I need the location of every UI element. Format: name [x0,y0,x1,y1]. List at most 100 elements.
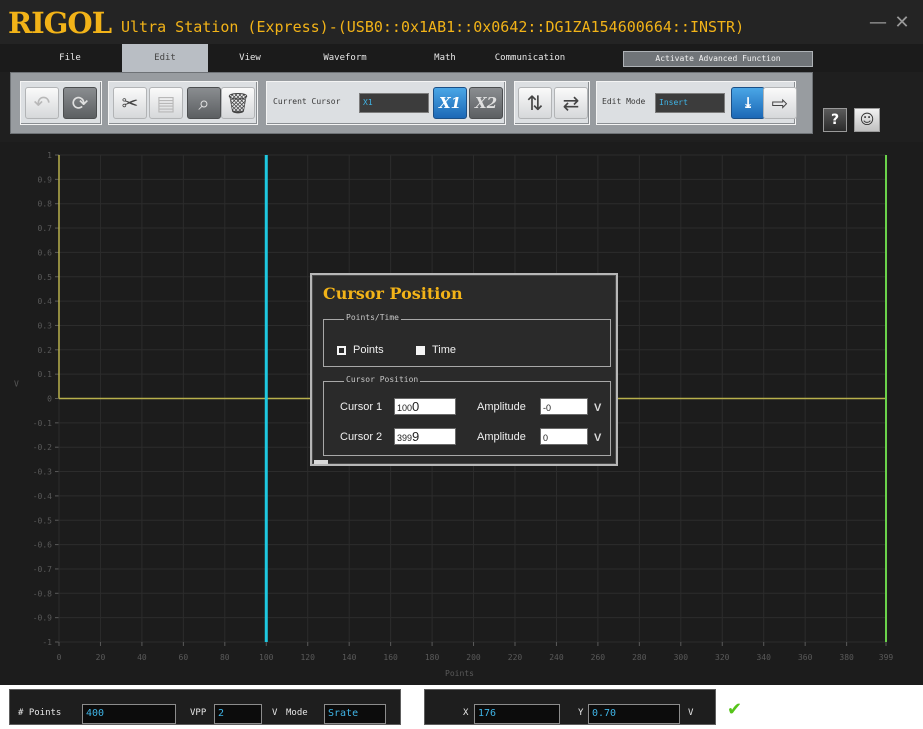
undo-redo-group: ↶ ⟳ [20,81,102,125]
x-tick-label: 200 [466,653,481,662]
mode-field[interactable]: Srate [324,704,386,724]
close-button[interactable]: ✕ [893,14,911,32]
mode-label: Mode [286,708,308,718]
x-tick-label: 80 [220,653,230,662]
title-bar: RIGOL Ultra Station (Express)-(USB0::0x1… [0,0,923,44]
cursor1-input[interactable]: 1000 [394,398,456,415]
y-tick-label: 0.4 [38,297,53,306]
edit-toolbar: ↶ ⟳ ✂ ▤ ⌕ 🗑 Current Cursor X1 X1 X2 ⇅ ⇄ … [10,72,813,134]
menu-view[interactable]: View [215,44,285,72]
points-time-group: Points/Time Points Time [323,313,611,367]
y-tick-label: -0.9 [33,614,52,623]
minimize-button[interactable]: — [869,14,887,32]
y-tick-label: 0.7 [38,224,53,233]
copy-button[interactable]: ▤ [149,87,183,119]
move-horizontal-button[interactable]: ⇄ [554,87,588,119]
y-tick-label: -0.4 [33,492,52,501]
app-window: RIGOL Ultra Station (Express)-(USB0::0x1… [0,0,923,729]
redo-button[interactable]: ⟳ [63,87,97,119]
feedback-button[interactable]: ☺ [854,108,880,132]
points-label: Points [353,344,384,356]
send-icon: ⇨ [771,91,789,115]
delete-button[interactable]: 🗑 [221,87,255,119]
x-tick-label: 40 [137,653,147,662]
y-field[interactable]: 0.70 [588,704,680,724]
x-tick-label: 399 [879,653,894,662]
cursor1-label: Cursor 1 [340,401,383,413]
x-tick-label: 180 [425,653,440,662]
time-checkbox[interactable]: Time [416,344,456,356]
amplitude2-input[interactable]: 0 [540,428,588,445]
y-tick-label: 0.9 [38,175,53,184]
x-field[interactable]: 176 [474,704,560,724]
y-tick-label: -0.8 [33,589,52,598]
vertical-arrows-icon: ⇅ [526,91,544,115]
x-tick-label: 380 [839,653,854,662]
amplitude2-label: Amplitude [477,431,526,443]
undo-button[interactable]: ↶ [25,87,59,119]
menu-file[interactable]: File [40,44,100,72]
edit-mode-field[interactable]: Insert [655,93,725,113]
amplitude1-unit: V [594,402,602,414]
cursor-x1-button[interactable]: X1 [433,87,467,119]
checkbox-box [416,345,425,355]
y-tick-label: 0.6 [38,248,53,257]
menu-edit[interactable]: Edit [122,44,208,72]
x2-icon: X2 [474,94,498,112]
question-icon: ? [830,112,840,128]
cursor1-value-suffix: 0 [412,399,420,414]
cursor1-value-prefix: 100 [397,403,413,413]
y-tick-label: 1 [47,151,52,160]
activate-advanced-function-button[interactable]: Activate Advanced Function [623,51,813,67]
edit-mode-label: Edit Mode [602,97,646,106]
y-tick-label: 0.3 [38,321,53,330]
y-axis-label: V [14,379,19,388]
points-time-legend: Points/Time [344,313,401,322]
help-button[interactable]: ? [823,108,847,132]
x-tick-label: 60 [179,653,189,662]
points-count-field[interactable]: 400 [82,704,176,724]
y-tick-label: 0.8 [38,200,53,209]
cursor2-label: Cursor 2 [340,431,383,443]
x-tick-label: 20 [96,653,106,662]
vpp-label: VPP [190,708,207,718]
paste-button[interactable]: ⌕ [187,87,221,119]
download-button[interactable]: ⤓ [731,87,765,119]
resize-grip[interactable] [314,460,328,464]
y-unit: V [688,708,694,718]
status-bar: # Points 400 VPP 2 V Mode Srate X 176 Y … [0,685,923,729]
amplitude1-input[interactable]: -0 [540,398,588,415]
x-tick-label: 160 [383,653,398,662]
clipboard-group: ✂ ▤ ⌕ 🗑 [108,81,258,125]
points-count-label: # Points [18,708,62,718]
cursor2-input[interactable]: 3999 [394,428,456,445]
points-checkbox[interactable]: Points [337,344,384,356]
x-tick-label: 120 [300,653,315,662]
current-cursor-field[interactable]: X1 [359,93,429,113]
amplitude2-unit: V [594,432,602,444]
menu-communication[interactable]: Communication [482,44,578,72]
y-label: Y [578,708,584,718]
cursor-readout-group: X 176 Y 0.70 V [424,689,716,725]
cursor2-value-suffix: 9 [412,429,420,444]
x-tick-label: 340 [756,653,771,662]
x-tick-label: 320 [715,653,730,662]
menu-math[interactable]: Math [410,44,480,72]
cursor-position-legend: Cursor Position [344,375,421,384]
vpp-unit: V [272,708,278,718]
x-tick-label: 360 [798,653,813,662]
refresh-icon: ⟳ [71,91,89,115]
cut-button[interactable]: ✂ [113,87,147,119]
amplitude1-label: Amplitude [477,401,526,413]
vpp-field[interactable]: 2 [214,704,262,724]
move-vertical-button[interactable]: ⇅ [518,87,552,119]
paperclip-icon: ⌕ [198,91,210,115]
menu-waveform[interactable]: Waveform [305,44,385,72]
y-tick-label: -0.1 [33,419,52,428]
cursor-position-group: Cursor Position Cursor 1 1000 Amplitude … [323,375,611,456]
cursor-x2-button[interactable]: X2 [469,87,503,119]
download-icon: ⤓ [741,94,755,112]
send-button[interactable]: ⇨ [763,87,797,119]
edit-mode-group: Edit Mode Insert ⤓ ⇨ [596,81,797,125]
checkbox-box [337,345,346,355]
